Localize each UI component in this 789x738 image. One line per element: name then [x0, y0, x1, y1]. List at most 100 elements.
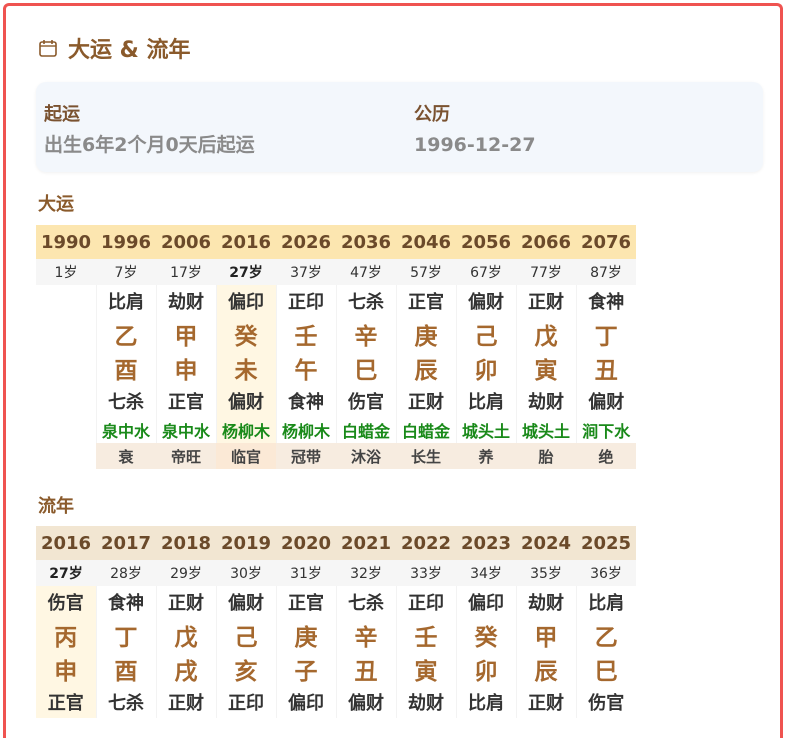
- liunian-year[interactable]: 2019: [216, 526, 276, 560]
- dayun-year-row: 1990 1996 2006 2016 2026 2036 2046 2056 …: [36, 225, 636, 259]
- empty-cell: [36, 317, 96, 351]
- dayun-top-shen: 比肩: [95, 285, 156, 317]
- dayun-year-current[interactable]: 2016: [216, 225, 276, 259]
- dayun-gan: 庚: [395, 317, 456, 351]
- dayun-bottom-shen: 七杀: [95, 385, 156, 417]
- dayun-bottom-shen: 伤官: [335, 385, 396, 417]
- liunian-year-current[interactable]: 2016: [36, 526, 96, 560]
- liunian-year[interactable]: 2017: [96, 526, 156, 560]
- liunian-year[interactable]: 2018: [156, 526, 216, 560]
- dayun-top-shen: 劫财: [155, 285, 216, 317]
- dayun-gan: 丁: [575, 317, 636, 351]
- liunian-zhi: 巳: [575, 652, 636, 686]
- dayun-top-shen: 正印: [275, 285, 336, 317]
- liunian-table: 2016 2017 2018 2019 2020 2021 2022 2023 …: [36, 526, 636, 718]
- dayun-zhi: 巳: [335, 351, 396, 385]
- dayun-top-shen: 偏印: [215, 285, 276, 317]
- dayun-top-shen: 正财: [515, 285, 576, 317]
- liunian-top-shen: 偏印: [455, 586, 516, 618]
- dayun-changsheng: 绝: [576, 443, 636, 469]
- dayun-zhi: 申: [155, 351, 216, 385]
- card-title: 大运 & 流年: [38, 32, 191, 64]
- dayun-nayin: 泉中水: [95, 417, 156, 443]
- dayun-bottom-shen-row: 七杀 正官 偏财 食神 伤官 正财 比肩 劫财 偏财: [36, 385, 636, 417]
- card-title-text: 大运 & 流年: [68, 38, 191, 63]
- liunian-bottom-shen: 伤官: [575, 686, 636, 718]
- empty-cell: [36, 417, 96, 443]
- liunian-age: 35岁: [516, 560, 576, 586]
- dayun-year[interactable]: 2026: [276, 225, 336, 259]
- dayun-changsheng: 养: [456, 443, 516, 469]
- dayun-zhi: 酉: [95, 351, 156, 385]
- liunian-age: 34岁: [456, 560, 516, 586]
- dayun-age: 77岁: [516, 259, 576, 285]
- gongli-info: 公历 1996-12-27: [414, 102, 536, 160]
- dayun-year[interactable]: 1990: [36, 225, 96, 259]
- liunian-zhi: 申: [36, 652, 96, 686]
- dayun-gan: 辛: [335, 317, 396, 351]
- dayun-age: 7岁: [96, 259, 156, 285]
- liunian-year[interactable]: 2022: [396, 526, 456, 560]
- liunian-gan: 辛: [335, 618, 396, 652]
- dayun-gan: 戊: [515, 317, 576, 351]
- liunian-year[interactable]: 2024: [516, 526, 576, 560]
- liunian-gan: 癸: [455, 618, 516, 652]
- liunian-age: 33岁: [396, 560, 456, 586]
- liunian-year-row: 2016 2017 2018 2019 2020 2021 2022 2023 …: [36, 526, 636, 560]
- dayun-year[interactable]: 2046: [396, 225, 456, 259]
- dayun-top-shen: 七杀: [335, 285, 396, 317]
- liunian-zhi-row: 申 酉 戌 亥 子 丑 寅 卯 辰 巳: [36, 652, 636, 686]
- dayun-year[interactable]: 2036: [336, 225, 396, 259]
- empty-cell: [36, 385, 96, 417]
- dayun-year[interactable]: 1996: [96, 225, 156, 259]
- dayun-table: 1990 1996 2006 2016 2026 2036 2046 2056 …: [36, 225, 636, 469]
- liunian-top-shen-row: 伤官 食神 正财 偏财 正官 七杀 正印 偏印 劫财 比肩: [36, 586, 636, 618]
- liunian-top-shen: 比肩: [575, 586, 636, 618]
- liunian-year[interactable]: 2023: [456, 526, 516, 560]
- dayun-nayin: 白蜡金: [395, 417, 456, 443]
- dayun-top-shen-row: 比肩 劫财 偏印 正印 七杀 正官 偏财 正财 食神: [36, 285, 636, 317]
- dayun-nayin: 杨柳木: [275, 417, 336, 443]
- dayun-nayin: 杨柳木: [215, 417, 276, 443]
- dayun-age: 37岁: [276, 259, 336, 285]
- liunian-zhi: 丑: [335, 652, 396, 686]
- liunian-year[interactable]: 2021: [336, 526, 396, 560]
- dayun-year[interactable]: 2056: [456, 225, 516, 259]
- dayun-year[interactable]: 2076: [576, 225, 636, 259]
- dayun-bottom-shen: 正官: [155, 385, 216, 417]
- dayun-zhi: 午: [275, 351, 336, 385]
- dayun-gan: 己: [455, 317, 516, 351]
- dayun-changsheng: 沐浴: [336, 443, 396, 469]
- liunian-top-shen: 正财: [155, 586, 216, 618]
- liunian-bottom-shen: 偏印: [275, 686, 336, 718]
- liunian-zhi: 卯: [455, 652, 516, 686]
- dayun-bottom-shen: 劫财: [515, 385, 576, 417]
- liunian-top-shen: 劫财: [515, 586, 576, 618]
- liunian-age-current: 27岁: [36, 560, 96, 586]
- liunian-zhi: 酉: [95, 652, 156, 686]
- dayun-year[interactable]: 2066: [516, 225, 576, 259]
- liunian-zhi: 寅: [395, 652, 456, 686]
- dayun-liunian-card: 大运 & 流年 起运 出生6年2个月0天后起运 公历 1996-12-27 大运…: [3, 3, 783, 738]
- dayun-year[interactable]: 2006: [156, 225, 216, 259]
- dayun-changsheng: 胎: [516, 443, 576, 469]
- liunian-year[interactable]: 2025: [576, 526, 636, 560]
- liunian-zhi: 子: [275, 652, 336, 686]
- liunian-top-shen: 食神: [95, 586, 156, 618]
- dayun-changsheng: 帝旺: [156, 443, 216, 469]
- liunian-zhi: 亥: [215, 652, 276, 686]
- dayun-nayin-row: 泉中水 泉中水 杨柳木 杨柳木 白蜡金 白蜡金 城头土 城头土 涧下水: [36, 417, 636, 443]
- liunian-gan: 丁: [95, 618, 156, 652]
- dayun-age-row: 1岁 7岁 17岁 27岁 37岁 47岁 57岁 67岁 77岁 87岁: [36, 259, 636, 285]
- dayun-gan-row: 乙 甲 癸 壬 辛 庚 己 戊 丁: [36, 317, 636, 351]
- liunian-year[interactable]: 2020: [276, 526, 336, 560]
- liunian-zhi: 辰: [515, 652, 576, 686]
- liunian-age: 36岁: [576, 560, 636, 586]
- liunian-bottom-shen: 劫财: [395, 686, 456, 718]
- liunian-top-shen: 正印: [395, 586, 456, 618]
- dayun-changsheng: 冠带: [276, 443, 336, 469]
- dayun-bottom-shen: 食神: [275, 385, 336, 417]
- liunian-gan-row: 丙 丁 戊 己 庚 辛 壬 癸 甲 乙: [36, 618, 636, 652]
- dayun-nayin: 涧下水: [575, 417, 636, 443]
- dayun-zhi: 丑: [575, 351, 636, 385]
